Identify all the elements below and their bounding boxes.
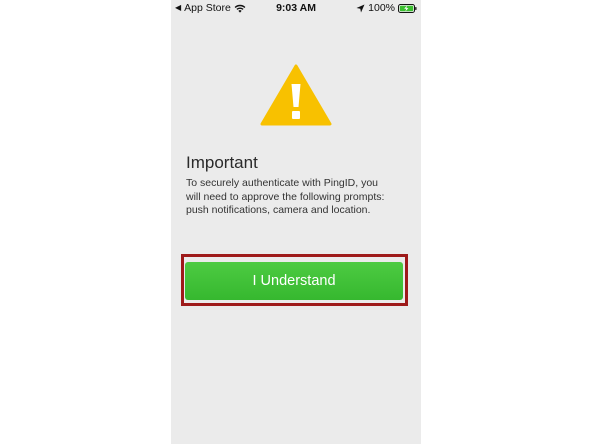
alert-message-line: will need to approve the following promp… (186, 190, 385, 203)
location-arrow-icon (356, 4, 365, 12)
alert-message-line: push notifications, camera and location. (186, 204, 371, 216)
phone-screen: ◀ App Store 9:03 AM 100% Important To se… (171, 0, 421, 444)
page: ◀ App Store 9:03 AM 100% Important To se… (0, 0, 592, 444)
alert-message: To securely authenticate with PingID, yo… (186, 177, 411, 218)
warning-icon (260, 64, 332, 126)
alert-message-line: To securely authenticate with PingID, yo… (186, 177, 379, 189)
battery-percent: 100% (368, 2, 395, 14)
status-bar: ◀ App Store 9:03 AM 100% (171, 0, 421, 16)
alert-title: Important (186, 153, 258, 172)
i-understand-button[interactable]: I Understand (185, 262, 403, 300)
status-right-group: 100% (356, 2, 417, 14)
battery-charging-icon (398, 3, 417, 13)
